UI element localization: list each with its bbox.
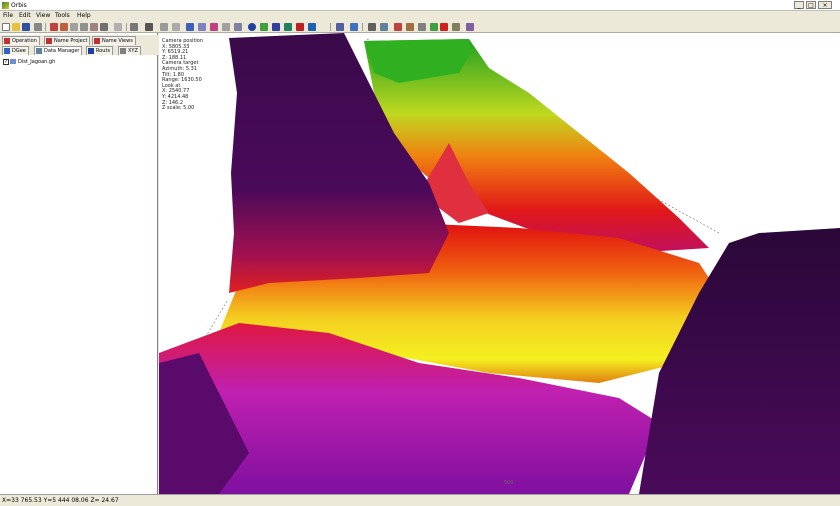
export-icon[interactable] — [336, 23, 344, 31]
contour-icon[interactable] — [296, 23, 304, 31]
surface-icon[interactable] — [210, 23, 218, 31]
section-icon[interactable] — [160, 23, 168, 31]
settings-icon[interactable] — [368, 23, 376, 31]
terrain-icon[interactable] — [308, 23, 316, 31]
camera-info: Camera position X: 5805.33 Y: 6519.21 Z:… — [162, 38, 203, 112]
terrain-render[interactable] — [159, 33, 840, 494]
toolbar-separator — [362, 23, 363, 31]
panel-tabs-top: Operation Name Project Name Views — [0, 35, 158, 45]
move-icon[interactable] — [418, 23, 426, 31]
routs-icon — [88, 48, 94, 54]
profile-icon[interactable] — [145, 23, 153, 31]
tab-label: XYZ — [128, 48, 138, 54]
grid-file-icon — [10, 59, 16, 64]
layer-icon[interactable] — [272, 23, 280, 31]
tab-label: Routs — [96, 48, 111, 54]
image-icon[interactable] — [350, 23, 358, 31]
menu-help[interactable]: Help — [77, 12, 91, 20]
stop-icon[interactable] — [452, 23, 460, 31]
project-icon — [46, 38, 52, 44]
info-line: Z scale: 5.00 — [162, 105, 195, 112]
zoom-out-icon[interactable] — [60, 23, 68, 31]
toolbar-separator — [126, 23, 127, 31]
coordinate-readout: X=33 765.53 Y=5 444 08.06 Z= 24.67 — [2, 497, 119, 504]
frame-icon[interactable] — [222, 23, 230, 31]
toolbar-separator — [330, 23, 331, 31]
menu-edit[interactable]: Edit — [19, 12, 31, 20]
info-icon[interactable] — [248, 23, 256, 31]
tab-label: DGee — [12, 48, 26, 54]
lighting-icon[interactable] — [284, 23, 292, 31]
3d-viewport[interactable]: Camera position X: 5805.33 Y: 6519.21 Z:… — [159, 33, 840, 494]
print-icon[interactable] — [34, 23, 42, 31]
cancel-icon[interactable] — [440, 23, 448, 31]
open-icon[interactable] — [12, 23, 20, 31]
mesh-icon[interactable] — [198, 23, 206, 31]
panel-tabs-bottom: DGee Data Manager Routs XYZ — [0, 45, 158, 55]
accept-icon[interactable] — [430, 23, 438, 31]
menu-view[interactable]: View — [36, 12, 50, 20]
toolbar — [0, 21, 840, 33]
tab-data-manager[interactable]: Data Manager — [34, 46, 83, 55]
rotate-icon[interactable] — [90, 23, 98, 31]
help-icon[interactable] — [466, 23, 474, 31]
app-logo-icon — [2, 2, 9, 9]
tab-name-views[interactable]: Name Views — [92, 36, 136, 45]
status-bar: X=33 765.53 Y=5 444 08.06 Z= 24.67 — [0, 494, 840, 506]
xyz-icon — [120, 48, 126, 54]
new-icon[interactable] — [2, 23, 10, 31]
toolbar-separator — [45, 23, 46, 31]
refresh-icon[interactable] — [100, 23, 108, 31]
close-button[interactable]: × — [818, 1, 832, 9]
menu-tools[interactable]: Tools — [55, 12, 70, 20]
measure-icon[interactable] — [130, 23, 138, 31]
operation-icon — [4, 38, 10, 44]
scale-label: 500 — [504, 480, 514, 486]
minimize-button[interactable]: _ — [794, 1, 804, 9]
title-bar: Orbis _ □ × — [0, 0, 840, 11]
zoom-extent-icon[interactable] — [70, 23, 78, 31]
tab-label: Data Manager — [44, 48, 80, 54]
save-icon[interactable] — [22, 23, 30, 31]
window-title: Orbis — [11, 2, 27, 9]
tab-label: Name Views — [102, 38, 133, 44]
tab-name-project[interactable]: Name Project — [44, 36, 91, 45]
tree-item[interactable]: ✓ Dist_Jagoan.gh — [3, 58, 55, 67]
tree-item-label: Dist_Jagoan.gh — [18, 59, 56, 65]
menu-file[interactable]: File — [3, 12, 13, 20]
views-icon — [94, 38, 100, 44]
slice-icon[interactable] — [172, 23, 180, 31]
tab-routs[interactable]: Routs — [86, 46, 114, 55]
app-window: Orbis _ □ × File Edit View Tools Help Op… — [0, 0, 840, 506]
select-icon[interactable] — [114, 23, 122, 31]
left-panel: Operation Name Project Name Views DGee D… — [0, 33, 158, 494]
camera-icon[interactable] — [234, 23, 242, 31]
maximize-button[interactable]: □ — [806, 1, 816, 9]
zoom-in-icon[interactable] — [50, 23, 58, 31]
tab-dgee[interactable]: DGee — [2, 46, 29, 55]
pan-icon[interactable] — [80, 23, 88, 31]
delete-icon[interactable] — [394, 23, 402, 31]
tab-operation[interactable]: Operation — [2, 36, 40, 45]
tools-icon[interactable] — [406, 23, 414, 31]
check-icon[interactable] — [260, 23, 268, 31]
tab-xyz[interactable]: XYZ — [118, 46, 141, 55]
data-manager-icon — [36, 48, 42, 54]
dgee-icon — [4, 48, 10, 54]
tab-label: Operation — [12, 38, 37, 44]
window-icon[interactable] — [380, 23, 388, 31]
menu-bar: File Edit View Tools Help — [0, 11, 840, 21]
grid-icon[interactable] — [186, 23, 194, 31]
tab-label: Name Project — [54, 38, 88, 44]
layer-checkbox[interactable]: ✓ — [3, 58, 9, 65]
